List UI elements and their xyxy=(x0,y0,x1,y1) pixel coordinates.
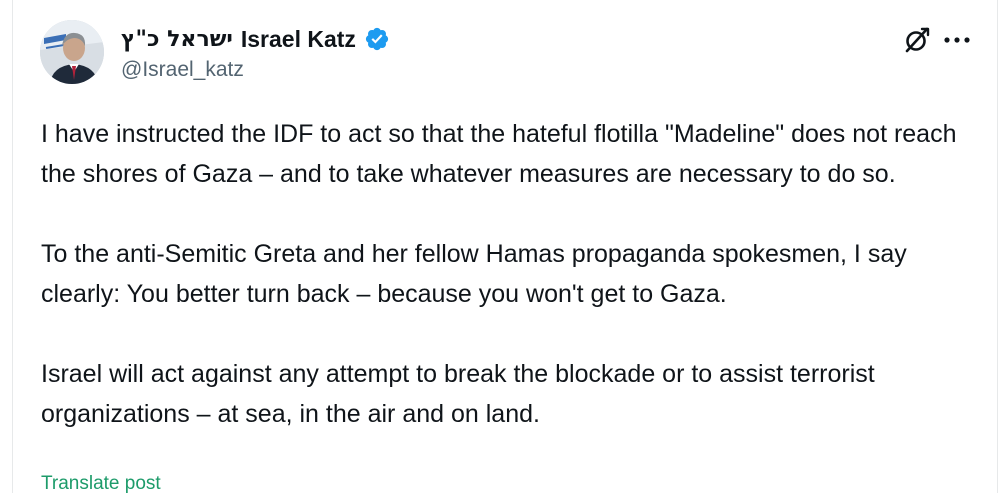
verified-badge-icon xyxy=(365,27,389,51)
more-options-icon[interactable] xyxy=(943,36,973,44)
grok-icon[interactable] xyxy=(903,26,931,54)
post-body-text: I have instructed the IDF to act so that… xyxy=(41,120,957,428)
author-name-row[interactable]: ישראל כ"ץ Israel Katz xyxy=(121,22,390,56)
avatar[interactable] xyxy=(40,20,104,84)
post-card: ישראל כ"ץ Israel Katz @Israel_katz I hav… xyxy=(12,0,998,495)
translate-post-link[interactable]: Translate post xyxy=(41,473,161,495)
author-name-english[interactable]: Israel Katz xyxy=(241,26,356,53)
author-handle[interactable]: @Israel_katz xyxy=(121,58,244,82)
avatar-image xyxy=(40,20,104,84)
author-name-hebrew[interactable]: ישראל כ"ץ xyxy=(121,27,233,52)
